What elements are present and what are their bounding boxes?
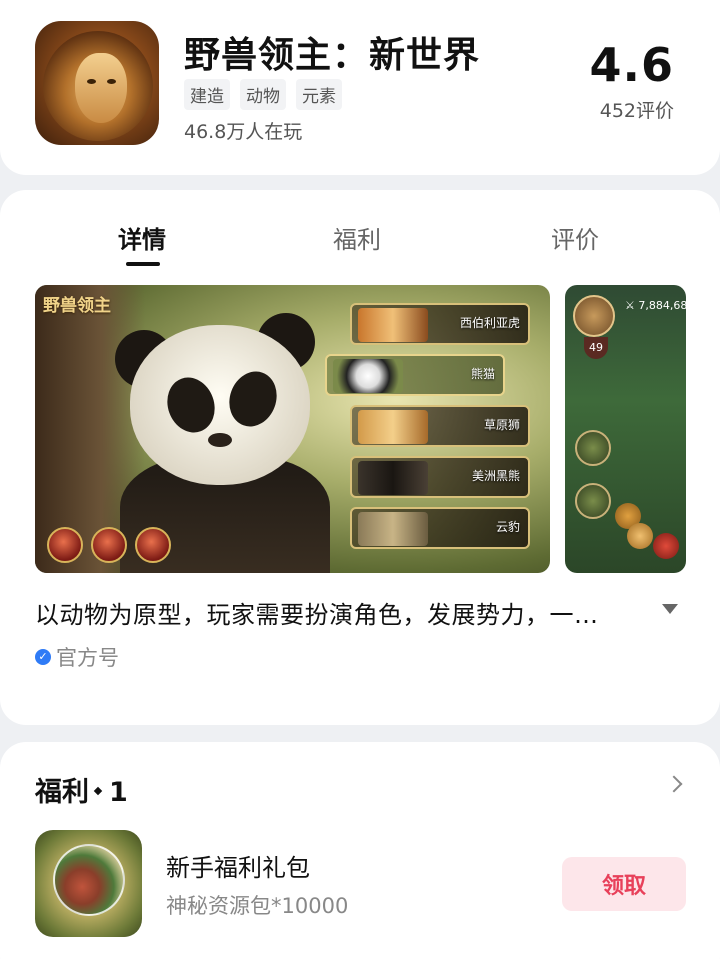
panda-nose bbox=[208, 433, 232, 447]
welfare-count: 1 bbox=[109, 777, 128, 808]
game-logo: 野兽领主 bbox=[43, 296, 111, 316]
official-label: 官方号 bbox=[56, 646, 119, 670]
player-count: 46.8万人在玩 bbox=[184, 121, 303, 143]
screenshot-1[interactable]: 野兽领主 西伯利亚虎 熊猫 草原狮 美洲黑熊 云豹 bbox=[35, 285, 550, 573]
lion-face bbox=[75, 53, 127, 123]
fruit-orb-icon bbox=[91, 527, 127, 563]
lion-image bbox=[358, 410, 428, 444]
expand-arrow-icon[interactable] bbox=[662, 604, 678, 614]
panda-head bbox=[130, 325, 310, 485]
power-stat: ⚔ 7,884,68 bbox=[625, 299, 686, 312]
welfare-title-text: 福利 bbox=[35, 777, 89, 808]
bear-image bbox=[358, 461, 428, 495]
animal-name: 美洲黑熊 bbox=[471, 469, 520, 483]
animal-row: 西伯利亚虎 bbox=[350, 303, 530, 345]
screenshot-2[interactable]: 49 ⚔ 7,884,68 bbox=[565, 285, 686, 573]
claim-button[interactable]: 领取 bbox=[562, 857, 686, 911]
fruit-icon bbox=[653, 533, 679, 559]
chevron-right-icon[interactable] bbox=[665, 775, 683, 793]
tag[interactable]: 元素 bbox=[296, 79, 342, 110]
tag[interactable]: 建造 bbox=[184, 79, 230, 110]
tab-welfare[interactable]: 福利 bbox=[333, 220, 381, 255]
gift-bubble bbox=[53, 844, 125, 916]
tab-bar: 详情 福利 评价 bbox=[0, 220, 720, 270]
player-avatar bbox=[573, 295, 615, 337]
fruit-icon bbox=[627, 523, 653, 549]
game-description[interactable]: 以动物为原型，玩家需要扮演角色，发展势力，一… bbox=[35, 595, 599, 630]
map-bubble-icon bbox=[575, 483, 611, 519]
animal-name: 云豹 bbox=[495, 520, 520, 534]
animal-row-selected: 熊猫 bbox=[325, 354, 505, 396]
welfare-section-title[interactable]: 福利 1 bbox=[35, 770, 128, 809]
tag[interactable]: 动物 bbox=[240, 79, 286, 110]
tiger-image bbox=[358, 308, 428, 342]
gift-description: 神秘资源包*10000 bbox=[166, 894, 349, 918]
verified-check-icon: ✓ bbox=[35, 649, 51, 665]
panda-eye-patch bbox=[159, 370, 223, 440]
detail-card: 详情 福利 评价 野兽领主 西伯利亚虎 熊猫 草原狮 美洲黑熊 云豹 49 ⚔ … bbox=[0, 190, 720, 725]
gift-name: 新手福利礼包 bbox=[166, 854, 310, 882]
official-badge[interactable]: ✓ 官方号 bbox=[35, 642, 119, 672]
active-tab-indicator bbox=[126, 262, 160, 266]
leopard-image bbox=[358, 512, 428, 546]
gift-pack-icon bbox=[35, 830, 142, 937]
animal-name: 西伯利亚虎 bbox=[459, 316, 520, 330]
animal-row: 美洲黑熊 bbox=[350, 456, 530, 498]
tab-details[interactable]: 详情 bbox=[118, 220, 166, 255]
tag-list: 建造 动物 元素 bbox=[184, 79, 342, 110]
fruit-orb-icon bbox=[135, 527, 171, 563]
tab-reviews[interactable]: 评价 bbox=[551, 220, 599, 255]
app-header-card: 野兽领主：新世界 建造 动物 元素 46.8万人在玩 4.6 452评价 bbox=[0, 0, 720, 175]
player-level: 49 bbox=[584, 337, 608, 359]
separator-dot bbox=[93, 786, 103, 796]
lion-eye bbox=[107, 79, 116, 84]
animal-name: 草原狮 bbox=[483, 418, 520, 432]
lion-icon[interactable] bbox=[35, 21, 159, 145]
map-bubble-icon bbox=[575, 430, 611, 466]
animal-row: 草原狮 bbox=[350, 405, 530, 447]
rating-count[interactable]: 452评价 bbox=[600, 96, 674, 123]
app-title: 野兽领主：新世界 bbox=[184, 35, 481, 76]
panda-image bbox=[333, 359, 403, 393]
animal-name: 熊猫 bbox=[470, 367, 495, 381]
lion-eye bbox=[87, 79, 96, 84]
orb-row bbox=[47, 527, 171, 563]
animal-row: 云豹 bbox=[350, 507, 530, 549]
panda-eye-patch bbox=[221, 364, 285, 434]
rating-score[interactable]: 4.6 bbox=[590, 38, 675, 92]
welfare-card: 福利 1 新手福利礼包 神秘资源包*10000 领取 bbox=[0, 742, 720, 959]
fruit-orb-icon bbox=[47, 527, 83, 563]
